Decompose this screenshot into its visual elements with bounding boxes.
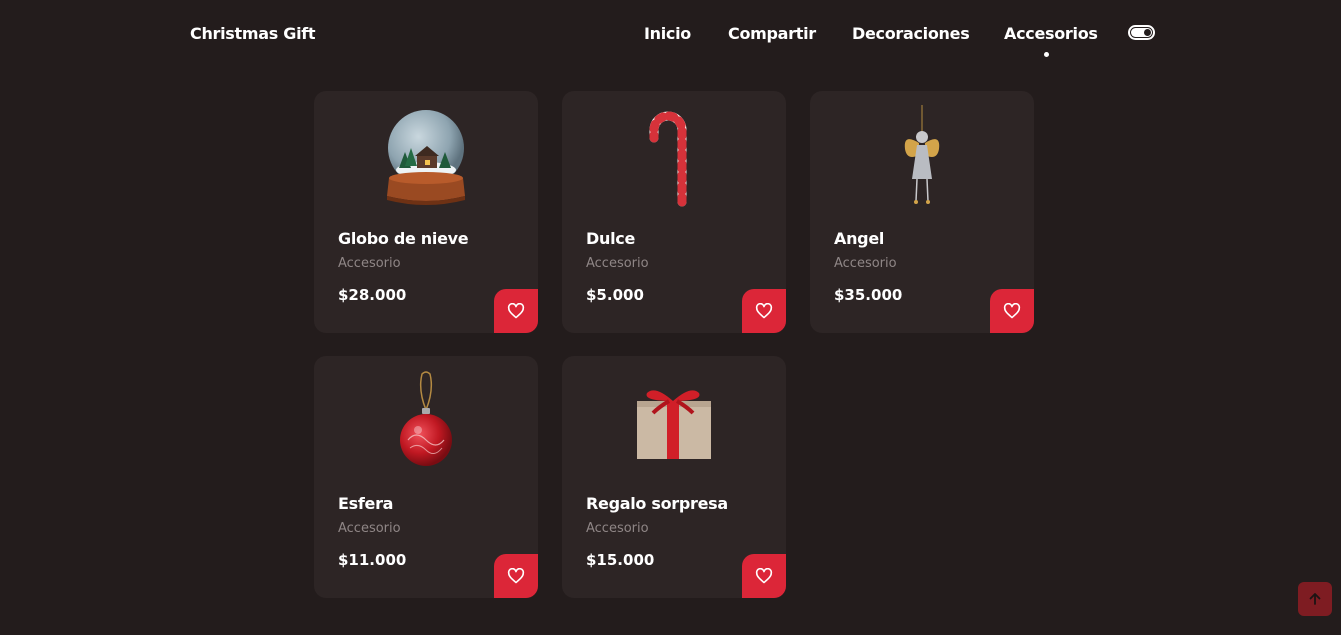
product-price: $28.000 <box>338 286 407 304</box>
product-price: $15.000 <box>586 551 655 569</box>
heart-icon <box>755 303 773 319</box>
nav-link-accesorios[interactable]: Accesorios <box>1004 24 1098 43</box>
product-title: Regalo sorpresa <box>586 494 728 513</box>
nav-link-inicio[interactable]: Inicio <box>644 24 691 43</box>
active-nav-indicator <box>1044 52 1049 57</box>
product-category: Accesorio <box>338 256 401 271</box>
product-category: Accesorio <box>338 521 401 536</box>
product-price: $11.000 <box>338 551 407 569</box>
product-title: Angel <box>834 229 885 248</box>
bauble-icon <box>314 368 538 478</box>
heart-icon <box>1003 303 1021 319</box>
product-category: Accesorio <box>586 256 649 271</box>
heart-icon <box>507 303 525 319</box>
product-card: Regalo sorpresa Accesorio $15.000 <box>562 356 786 598</box>
product-title: Globo de nieve <box>338 229 469 248</box>
product-card: Dulce Accesorio $5.000 <box>562 91 786 333</box>
product-title: Dulce <box>586 229 635 248</box>
gift-box-icon <box>562 368 786 478</box>
candy-cane-icon <box>562 103 786 213</box>
favorite-button[interactable] <box>742 554 786 598</box>
heart-icon <box>755 568 773 584</box>
product-price: $5.000 <box>586 286 644 304</box>
favorite-button[interactable] <box>990 289 1034 333</box>
angel-ornament-icon <box>810 103 1034 213</box>
snow-globe-icon <box>314 103 538 213</box>
nav-link-compartir[interactable]: Compartir <box>728 24 816 43</box>
scroll-top-button[interactable] <box>1298 582 1332 616</box>
product-price: $35.000 <box>834 286 903 304</box>
product-card: Globo de nieve Accesorio $28.000 <box>314 91 538 333</box>
favorite-button[interactable] <box>742 289 786 333</box>
product-card: Esfera Accesorio $11.000 <box>314 356 538 598</box>
favorite-button[interactable] <box>494 554 538 598</box>
product-category: Accesorio <box>834 256 897 271</box>
arrow-up-icon <box>1309 593 1321 605</box>
product-title: Esfera <box>338 494 394 513</box>
theme-toggle-icon[interactable] <box>1128 25 1155 40</box>
heart-icon <box>507 568 525 584</box>
favorite-button[interactable] <box>494 289 538 333</box>
product-category: Accesorio <box>586 521 649 536</box>
nav-link-decoraciones[interactable]: Decoraciones <box>852 24 970 43</box>
product-card: Angel Accesorio $35.000 <box>810 91 1034 333</box>
